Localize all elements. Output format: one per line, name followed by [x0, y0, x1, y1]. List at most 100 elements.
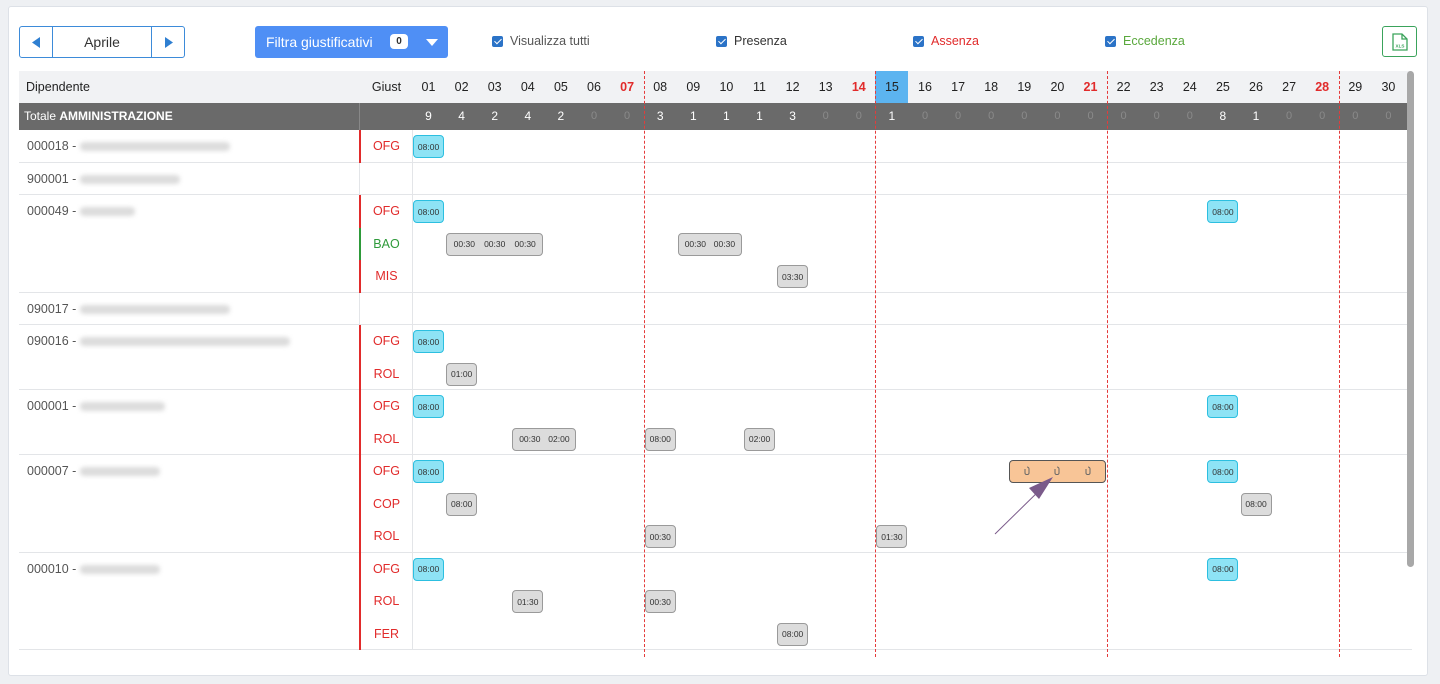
justification-code: MIS	[375, 269, 398, 283]
time-pill[interactable]: 08:00	[1207, 395, 1239, 418]
justification-code: OFG	[372, 139, 401, 153]
employee-name[interactable]: 000001 -	[27, 399, 166, 413]
grid-header: Dipendente Giust 01 02 03 04 05 06 07 08 09 10 11 1…	[19, 71, 1412, 103]
time-pill[interactable]: 01:30	[512, 590, 544, 613]
time-pill[interactable]: 02:00	[744, 427, 776, 451]
time-pill[interactable]: 01:00	[446, 362, 478, 386]
day-total: 8	[1219, 109, 1227, 123]
time-value: 08:00	[417, 466, 440, 477]
employee-name[interactable]: 000010 -	[27, 561, 161, 576]
justification-code: ROL	[373, 431, 400, 446]
time-pill[interactable]: 03:30	[777, 265, 809, 288]
attachment-pill[interactable]	[1008, 460, 1107, 483]
employee-name[interactable]: 090017 -	[27, 302, 231, 316]
checkbox-checked-icon	[492, 35, 503, 47]
day-total: 1	[689, 109, 697, 123]
employee-name[interactable]: 000018 -	[27, 139, 231, 153]
export-xls-button[interactable]: XLS	[1382, 26, 1417, 57]
show-all-label: Visualizza tutti	[510, 34, 590, 48]
time-pill[interactable]: 08:00	[413, 460, 445, 483]
time-value: 08:00	[417, 401, 440, 412]
justification-code: COP	[372, 496, 401, 511]
day-total: 0	[1319, 110, 1326, 122]
day-total: 0	[988, 110, 995, 122]
week-separator	[643, 71, 645, 657]
time-pill[interactable]: 00:30 00:30 00:30	[446, 232, 544, 256]
time-pill[interactable]: 01:30	[876, 525, 908, 548]
day-total: 0	[1153, 110, 1160, 122]
employee-name-redacted	[80, 564, 161, 574]
day-header: 17	[951, 80, 966, 94]
employee-code: 000010 -	[27, 561, 77, 576]
checkbox-checked-icon	[913, 35, 924, 47]
employee-row: 090017 -	[19, 292, 1412, 325]
employee-row: 090016 - OFG 08:00 ROL 01:00	[19, 325, 1412, 390]
time-value: 00:30	[453, 239, 475, 249]
filter-label: Filtra giustificativi	[266, 34, 373, 50]
paperclip-icon	[1054, 466, 1060, 478]
day-total: 0	[1352, 110, 1359, 122]
day-total: 0	[624, 110, 631, 122]
giust-column-header: Giust	[371, 80, 402, 94]
day-header: 08	[653, 80, 668, 94]
time-value: 02:00	[548, 434, 570, 444]
absence-checkbox[interactable]: Assenza	[913, 34, 979, 48]
justification-code: ROL	[373, 366, 400, 381]
presence-checkbox[interactable]: Presenza	[716, 34, 787, 48]
time-pill[interactable]: 00:30 00:30	[677, 232, 742, 256]
employee-name[interactable]: 900001 -	[27, 171, 181, 186]
time-value: 01:30	[517, 596, 539, 607]
time-pill[interactable]: 00:30 02:00	[512, 427, 577, 451]
xls-file-icon: XLS	[1391, 32, 1408, 51]
time-value: 08:00	[417, 336, 440, 347]
day-header: 27	[1282, 80, 1297, 94]
week-separator	[875, 71, 877, 657]
time-pill[interactable]: 08:00	[413, 200, 445, 223]
employee-code: 090016 -	[27, 334, 77, 348]
time-pill[interactable]: 08:00	[413, 557, 445, 581]
time-pill[interactable]: 08:00	[1207, 200, 1239, 223]
time-value: 00:30	[519, 434, 541, 444]
time-pill[interactable]: 08:00	[413, 330, 445, 353]
current-month-label: Aprile	[84, 34, 120, 50]
day-header: 05	[553, 80, 568, 94]
day-header: 02	[454, 80, 469, 94]
total-label: Totale AMMINISTRAZIONE	[24, 103, 173, 130]
time-pill[interactable]: 08:00	[446, 492, 478, 516]
prev-month-button[interactable]	[20, 27, 53, 57]
justification-code: OFG	[372, 561, 401, 576]
time-pill[interactable]: 00:30	[644, 525, 676, 548]
time-value: 08:00	[649, 434, 671, 444]
filter-justifications-button[interactable]: Filtra giustificativi 0	[255, 26, 448, 58]
day-total: 0	[1054, 110, 1061, 122]
attendance-app: Aprile Filtra giustificativi 0 Visualizz…	[8, 6, 1428, 676]
filter-count-badge: 0	[390, 34, 408, 49]
time-pill[interactable]: 00:30	[644, 590, 676, 613]
time-pill[interactable]: 08:00	[413, 135, 445, 158]
employee-name[interactable]: 000007 -	[27, 464, 161, 478]
time-value: 08:00	[782, 629, 804, 639]
time-pill[interactable]: 08:00	[777, 622, 809, 646]
vertical-scrollbar[interactable]	[1407, 71, 1414, 567]
employee-name-redacted	[80, 174, 181, 184]
employee-name[interactable]: 090016 -	[27, 334, 291, 348]
time-value: 08:00	[417, 206, 440, 217]
checkbox-checked-icon	[716, 35, 727, 47]
time-pill[interactable]: 08:00	[1240, 492, 1272, 516]
day-header: 10	[719, 80, 734, 94]
employee-name[interactable]: 000049 -	[27, 204, 136, 218]
total-row: Totale AMMINISTRAZIONE 9 4 2 4 2 0 0 3 1 1 1 3 0 0 1 0 0…	[19, 103, 1412, 130]
department-name: AMMINISTRAZIONE	[59, 109, 173, 123]
show-all-checkbox[interactable]: Visualizza tutti	[492, 34, 590, 48]
day-header: 12	[785, 80, 800, 94]
time-pill[interactable]: 08:00	[644, 427, 676, 451]
excess-checkbox[interactable]: Eccedenza	[1105, 34, 1185, 48]
time-pill[interactable]: 08:00	[1207, 460, 1239, 483]
next-month-button[interactable]	[151, 27, 184, 57]
time-pill[interactable]: 08:00	[413, 395, 445, 418]
employee-row: 000007 - OFG 08:00 08:00 COP 08:00 08:00 ROL 00:…	[19, 455, 1412, 553]
employee-code: 900001 -	[27, 171, 77, 186]
time-pill[interactable]: 08:00	[1207, 557, 1239, 581]
day-total: 9	[425, 109, 432, 123]
day-header: 09	[686, 80, 701, 94]
